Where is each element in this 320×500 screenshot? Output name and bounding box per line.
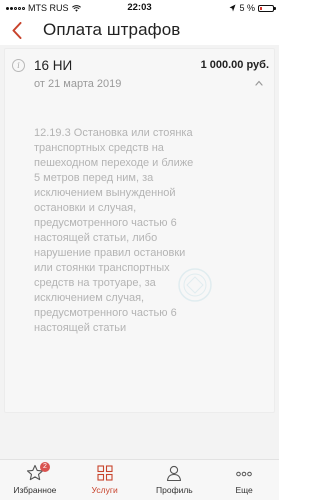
chevron-up-icon[interactable] bbox=[255, 80, 263, 86]
fine-amount: 1 000.00 руб. bbox=[200, 59, 269, 71]
tab-label: Избранное bbox=[13, 485, 57, 495]
watermark-emblem-icon bbox=[178, 268, 212, 302]
battery-percent: 5 % bbox=[239, 3, 255, 13]
back-button[interactable] bbox=[8, 19, 26, 41]
status-right: 5 % bbox=[229, 3, 276, 13]
grid-icon bbox=[97, 465, 113, 481]
fine-date: от 21 марта 2019 bbox=[34, 78, 122, 90]
tab-label: Еще bbox=[235, 485, 253, 495]
fine-description: 12.19.3 Остановка или стоянка транспортн… bbox=[34, 127, 194, 334]
content-area: i 16 НИ 1 000.00 руб. от 21 марта 2019 1… bbox=[0, 45, 279, 459]
fine-card[interactable]: i 16 НИ 1 000.00 руб. от 21 марта 2019 1… bbox=[4, 48, 275, 413]
favorites-badge: 2 bbox=[40, 462, 50, 472]
tab-label: Услуги bbox=[91, 485, 118, 495]
chevron-left-icon bbox=[12, 21, 22, 39]
more-icon bbox=[236, 471, 252, 477]
tab-label: Профиль bbox=[156, 485, 193, 495]
nav-bar: Оплата штрафов bbox=[0, 15, 279, 45]
tab-more[interactable]: Еще bbox=[209, 460, 279, 500]
fine-number: 16 НИ bbox=[34, 58, 73, 73]
tab-profile[interactable]: Профиль bbox=[140, 460, 210, 500]
battery-icon bbox=[258, 4, 276, 12]
info-icon[interactable]: i bbox=[12, 59, 25, 72]
tab-bar: 2 Избранное Услуги Профиль Еще bbox=[0, 459, 279, 500]
location-icon bbox=[229, 4, 236, 12]
tab-services[interactable]: Услуги bbox=[70, 460, 140, 500]
tab-favorites[interactable]: 2 Избранное bbox=[0, 460, 70, 500]
person-icon bbox=[167, 465, 182, 482]
page-title: Оплата штрафов bbox=[43, 20, 181, 39]
status-bar: MTS RUS 22:03 5 % bbox=[0, 0, 279, 15]
